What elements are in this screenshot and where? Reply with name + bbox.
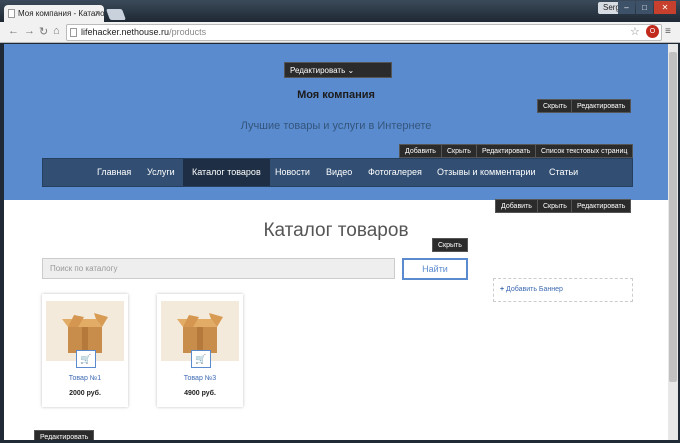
site-header: Редактировать ⌄ Моя компания Скрыть Реда… — [4, 44, 668, 200]
nav-item-news[interactable]: Новости — [275, 159, 310, 186]
nav-edit-button[interactable]: Редактировать — [476, 144, 537, 158]
plus-icon: + — [500, 286, 505, 293]
browser-window: Моя компания - Катало × Sergey – □ ✕ ← →… — [0, 0, 680, 443]
edit-header-button[interactable]: Редактировать — [571, 99, 632, 113]
nav-item-video[interactable]: Видео — [326, 159, 352, 186]
cart-icon[interactable]: 🛒 — [191, 350, 211, 368]
reload-icon[interactable]: ↻ — [39, 25, 48, 38]
browser-toolbar: ← → ↻ ⌂ lifehacker.nethouse.ru/products … — [0, 22, 680, 43]
product-name[interactable]: Товар №3 — [157, 375, 243, 382]
site-slogan: Лучшие товары и услуги в Интернете — [240, 120, 432, 132]
footer-edit-button[interactable]: Редактировать — [34, 430, 95, 440]
nav-item-articles[interactable]: Статьи — [549, 159, 578, 186]
address-bar[interactable]: lifehacker.nethouse.ru/products — [66, 24, 662, 41]
close-window-button[interactable]: ✕ — [654, 1, 676, 14]
add-banner-block[interactable]: + Добавить Баннер — [493, 278, 633, 302]
new-tab-button[interactable] — [105, 9, 127, 20]
text-pages-list-button[interactable]: Список текстовых страниц — [535, 144, 634, 158]
nav-item-catalog[interactable]: Каталог товаров — [183, 159, 270, 186]
cart-icon[interactable]: 🛒 — [76, 350, 96, 368]
hide-catalog-button[interactable]: Скрыть — [432, 238, 468, 252]
window-controls: – □ ✕ — [618, 1, 676, 14]
scrollbar-thumb[interactable] — [669, 52, 677, 382]
tab-close-icon[interactable]: × — [95, 8, 100, 18]
product-price: 4900 руб. — [184, 390, 216, 397]
minimize-button[interactable]: – — [618, 1, 635, 14]
tab-title: Моя компания - Катало — [18, 9, 104, 18]
home-icon[interactable]: ⌂ — [53, 25, 60, 37]
main-navigation: Главная Услуги Каталог товаров Новости В… — [42, 158, 633, 187]
content-add-button[interactable]: Добавить — [495, 199, 538, 213]
page-info-icon — [70, 28, 77, 37]
product-card[interactable]: 🛒 Товар №1 2000 руб. — [42, 294, 128, 407]
product-price: 2000 руб. — [69, 390, 101, 397]
browser-tab[interactable]: Моя компания - Катало × — [4, 5, 104, 22]
catalog-search-input[interactable]: Поиск по каталогу — [42, 258, 395, 279]
add-banner-label: Добавить Баннер — [506, 286, 563, 293]
bookmark-star-icon[interactable]: ☆ — [630, 25, 640, 38]
page-icon — [8, 9, 15, 18]
nav-item-services[interactable]: Услуги — [147, 159, 175, 186]
url-path: /products — [169, 27, 207, 37]
forward-icon[interactable]: → — [24, 25, 35, 37]
content-edit-button[interactable]: Редактировать — [571, 199, 632, 213]
nav-item-gallery[interactable]: Фотогалерея — [368, 159, 422, 186]
back-icon[interactable]: ← — [8, 25, 19, 37]
page-viewport: Редактировать ⌄ Моя компания Скрыть Реда… — [4, 44, 668, 440]
content-hide-button[interactable]: Скрыть — [537, 199, 573, 213]
maximize-button[interactable]: □ — [636, 1, 653, 14]
search-button[interactable]: Найти — [402, 258, 468, 280]
title-bar: Моя компания - Катало × Sergey – □ ✕ — [0, 0, 680, 22]
url-host: lifehacker.nethouse.ru — [81, 27, 170, 37]
product-name[interactable]: Товар №1 — [42, 375, 128, 382]
extension-icon[interactable]: O — [646, 25, 659, 38]
browser-menu-icon[interactable]: ≡ — [665, 26, 671, 37]
page-title: Каталог товаров — [263, 220, 409, 241]
page-scrollbar[interactable] — [668, 44, 678, 440]
nav-hide-button[interactable]: Скрыть — [441, 144, 477, 158]
edit-dropdown[interactable]: Редактировать ⌄ — [284, 62, 392, 78]
nav-item-reviews[interactable]: Отзывы и комментарии — [437, 159, 535, 186]
nav-item-home[interactable]: Главная — [97, 159, 131, 186]
nav-add-button[interactable]: Добавить — [399, 144, 442, 158]
hide-header-button[interactable]: Скрыть — [537, 99, 573, 113]
product-card[interactable]: 🛒 Товар №3 4900 руб. — [157, 294, 243, 407]
